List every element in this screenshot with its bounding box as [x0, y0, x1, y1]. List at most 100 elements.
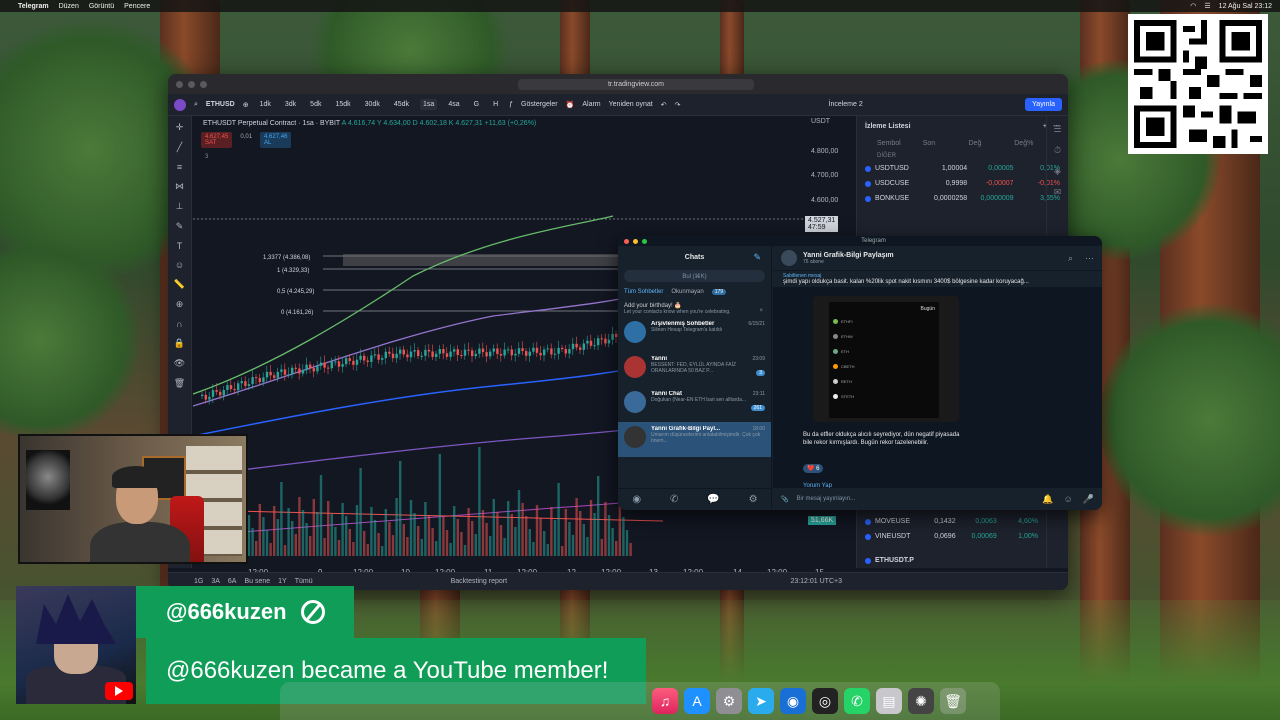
publish-button[interactable]: Yayınla: [1025, 98, 1062, 111]
range-all[interactable]: Tümü: [295, 578, 313, 585]
user-avatar[interactable]: [174, 98, 186, 111]
range-6a[interactable]: 6A: [228, 578, 237, 585]
app-store-icon[interactable]: A: [684, 688, 710, 714]
browser-app-icon[interactable]: ◉: [780, 688, 806, 714]
eye-icon[interactable]: 👁: [174, 358, 185, 369]
telegram-icon[interactable]: ➤: [748, 688, 774, 714]
timeframe-4sa[interactable]: 4sa: [445, 99, 462, 110]
buy-button[interactable]: 4.627,46 AL: [260, 132, 292, 148]
obs-icon[interactable]: ◎: [812, 688, 838, 714]
minimize-window-button[interactable]: [633, 238, 638, 244]
watchlist-row[interactable]: USDCUSE 0,9998 -0,00007 -0,01%: [857, 176, 1068, 191]
brush-icon[interactable]: ✎: [176, 221, 184, 232]
zoom-icon[interactable]: ⊕: [176, 299, 184, 310]
alarm-button[interactable]: Alarm: [582, 101, 600, 108]
watchlist-icon[interactable]: ☰: [1053, 124, 1061, 135]
minimize-window-button[interactable]: [188, 80, 195, 88]
ruler-icon[interactable]: 📏: [174, 279, 185, 290]
search-icon[interactable]: ⌕: [194, 101, 198, 109]
chat-list-item[interactable]: Yanni Chat Doğukan (Near-EN ETH bari sen …: [618, 387, 771, 422]
chat-list-item[interactable]: Yanni Grafik-Bilgi Payl... Umarım düşünce…: [618, 422, 771, 457]
watchlist-row[interactable]: VINEUSDT 0,0696 0,00069 1,00%: [857, 529, 1046, 544]
music-app-icon[interactable]: ♫: [652, 688, 678, 714]
pinned-message[interactable]: Sabitlenen mesaj şimdi yapı oldukça basi…: [773, 270, 1102, 287]
indicator-count[interactable]: 3: [205, 154, 208, 160]
range-3a[interactable]: 3A: [211, 578, 220, 585]
settings-icon[interactable]: ⚙: [749, 494, 758, 505]
birthday-banner[interactable]: Add your birthday! 🎂 Let your contacts k…: [618, 300, 771, 317]
chat-icon[interactable]: ✉: [1054, 187, 1062, 198]
search-icon[interactable]: ⌕: [1068, 253, 1073, 264]
redo-icon[interactable]: ↷: [675, 101, 681, 109]
menu-app-name[interactable]: Telegram: [18, 3, 49, 10]
trendline-icon[interactable]: ╱: [177, 142, 182, 153]
address-bar[interactable]: tr.tradingview.com: [517, 78, 755, 90]
menu-item-edit[interactable]: Düzen: [59, 3, 79, 10]
column-header[interactable]: Sembol: [877, 140, 923, 147]
close-window-button[interactable]: [624, 238, 629, 244]
chats-icon[interactable]: 💬: [707, 494, 719, 505]
symbol-title[interactable]: ETHUSDT Perpetual Contract · 1sa · BYBIT: [203, 120, 340, 127]
symbol-search-button[interactable]: ETHUSD: [206, 101, 235, 108]
emoji-icon[interactable]: ☺: [1064, 494, 1073, 505]
calls-icon[interactable]: ✆: [670, 494, 678, 505]
microphone-icon[interactable]: 🎤: [1083, 494, 1094, 505]
chart-timestamp[interactable]: 23:12:01 UTC+3: [790, 578, 842, 585]
replay-button[interactable]: Yeniden oynat: [609, 101, 653, 108]
compose-icon[interactable]: ✎: [753, 252, 761, 263]
indicators-button[interactable]: Göstergeler: [521, 101, 558, 108]
lock-icon[interactable]: 🔒: [174, 338, 185, 349]
layout-review-button[interactable]: İnceleme 2: [829, 101, 863, 108]
contacts-icon[interactable]: ◉: [632, 494, 641, 505]
wifi-icon[interactable]: ◠: [1190, 2, 1196, 10]
menu-item-window[interactable]: Pencere: [124, 3, 150, 10]
watchlist-title[interactable]: İzleme Listesi: [865, 123, 911, 130]
layers-icon[interactable]: ◈: [1054, 166, 1061, 177]
add-symbol-icon[interactable]: ⊕: [243, 101, 249, 109]
control-center-icon[interactable]: ☰: [1204, 2, 1210, 10]
message-image[interactable]: Bugün ETHFI ETHW ETH CBETH RETH STETH: [813, 296, 959, 422]
crosshair-icon[interactable]: ✛: [176, 122, 184, 133]
watchlist-group[interactable]: DİĞER: [857, 151, 1068, 161]
chatgpt-icon[interactable]: ✺: [908, 688, 934, 714]
alarm-icon[interactable]: ⏰: [566, 101, 575, 109]
timeframe-1dk[interactable]: 1dk: [257, 99, 274, 110]
menu-item-view[interactable]: Görüntü: [89, 3, 114, 10]
undo-icon[interactable]: ↶: [661, 101, 667, 109]
timeframe-5dk[interactable]: 5dk: [307, 99, 324, 110]
watchlist-row[interactable]: MOVEUSE 0,1432 0,0063 4,60%: [857, 514, 1046, 529]
clock[interactable]: 12 Ağu Sal 23:12: [1219, 3, 1272, 10]
timeframe-1sa[interactable]: 1sa: [420, 99, 438, 110]
zoom-window-button[interactable]: [642, 238, 647, 244]
backtesting-report-tab[interactable]: Backtesting report: [451, 578, 507, 585]
emoji-icon[interactable]: ☺: [175, 260, 184, 270]
range-1g[interactable]: 1G: [194, 578, 203, 585]
magnet-icon[interactable]: ∩: [176, 319, 182, 329]
text-tool-icon[interactable]: T: [177, 241, 183, 251]
column-header[interactable]: Son: [923, 140, 969, 147]
alerts-icon[interactable]: ⏱: [1054, 145, 1061, 156]
tab-unread[interactable]: Okunmayan: [671, 289, 703, 295]
trash-icon[interactable]: 🗑: [174, 378, 185, 389]
column-header[interactable]: Değ: [969, 140, 1015, 147]
system-settings-icon[interactable]: ⚙: [716, 688, 742, 714]
close-icon[interactable]: ×: [759, 308, 763, 314]
indicators-icon[interactable]: ƒ: [509, 101, 513, 108]
fib-tool-icon[interactable]: ≡: [177, 162, 182, 172]
tab-all-chats[interactable]: Tüm Sohbetler: [624, 289, 663, 295]
chat-list-item[interactable]: Arşivlenmiş Sohbetler Silinen Hesap Teleg…: [618, 317, 771, 352]
timeframe-30dk[interactable]: 30dk: [362, 99, 383, 110]
notes-app-icon[interactable]: ▤: [876, 688, 902, 714]
attach-icon[interactable]: 📎: [781, 496, 788, 503]
timeframe-h[interactable]: H: [490, 99, 501, 110]
notification-bell-icon[interactable]: 🔔: [1042, 494, 1053, 505]
range-ytd[interactable]: Bu sene: [244, 578, 270, 585]
timeframe-45dk[interactable]: 45dk: [391, 99, 412, 110]
chat-search-input[interactable]: Bul (⌘K): [624, 270, 765, 282]
range-1y[interactable]: 1Y: [278, 578, 287, 585]
currency-label[interactable]: USDT: [811, 118, 830, 125]
watchlist-row[interactable]: USDTUSD 1,00004 0,00005 0,01%: [857, 161, 1068, 176]
timeframe-15dk[interactable]: 15dk: [332, 99, 353, 110]
more-icon[interactable]: ⋯: [1085, 253, 1094, 264]
channel-avatar[interactable]: [781, 250, 797, 266]
